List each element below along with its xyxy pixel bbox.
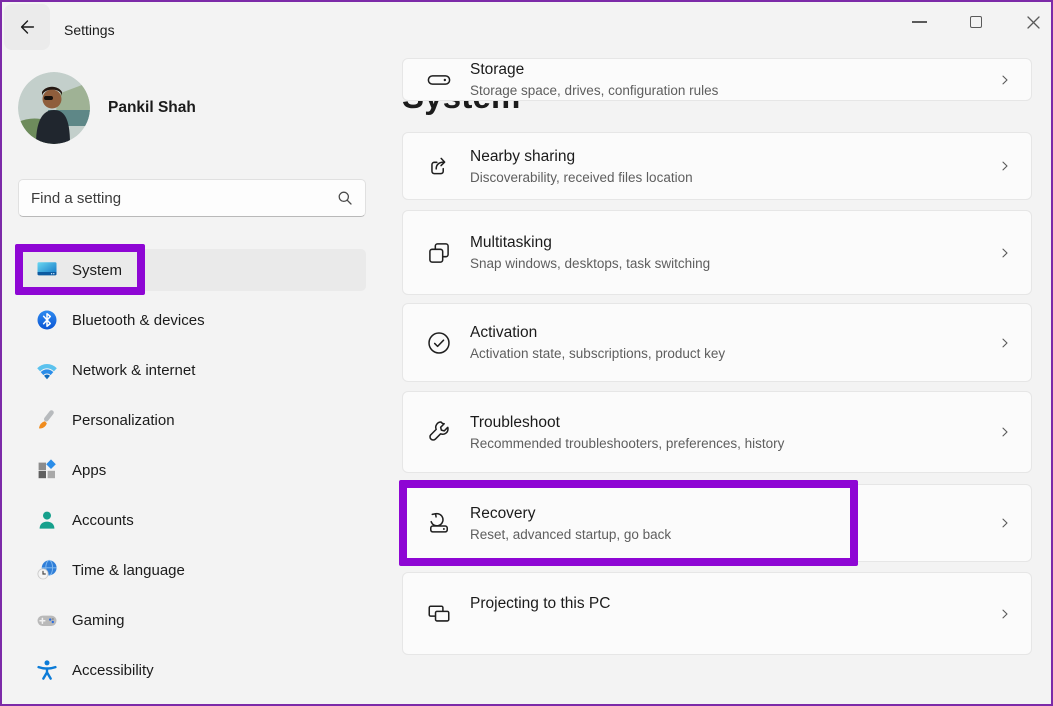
- card-title: Storage: [470, 59, 718, 81]
- sidebar-item-label: Accessibility: [72, 662, 154, 679]
- search-box: [18, 179, 366, 217]
- nearby-sharing-icon: [426, 153, 452, 179]
- back-button[interactable]: [4, 4, 50, 50]
- multitasking-icon: [426, 240, 452, 266]
- sidebar-item-personalization[interactable]: Personalization: [18, 395, 366, 445]
- sidebar-item-bluetooth-devices[interactable]: Bluetooth & devices: [18, 295, 366, 345]
- settings-card-multitasking[interactable]: Multitasking Snap windows, desktops, tas…: [402, 210, 1032, 295]
- sidebar-item-label: Accounts: [72, 512, 134, 529]
- card-title: Activation: [470, 322, 725, 344]
- wifi-icon: [36, 359, 58, 381]
- user-name: Pankil Shah: [108, 99, 196, 117]
- settings-card-nearby-sharing[interactable]: Nearby sharing Discoverability, received…: [402, 132, 1032, 200]
- sidebar-item-gaming[interactable]: Gaming: [18, 595, 366, 645]
- sidebar-item-accounts[interactable]: Accounts: [18, 495, 366, 545]
- card-title: Projecting to this PC: [470, 593, 610, 615]
- back-arrow-icon: [18, 18, 36, 36]
- sidebar-item-label: Personalization: [72, 412, 175, 429]
- chevron-right-icon: [997, 515, 1013, 531]
- sidebar-item-apps[interactable]: Apps: [18, 445, 366, 495]
- minimize-icon: [912, 21, 927, 22]
- maximize-icon: [970, 16, 982, 28]
- close-button[interactable]: [1011, 6, 1053, 38]
- card-subtitle: Discoverability, received files location: [470, 168, 693, 187]
- sidebar-item-label: Network & internet: [72, 362, 195, 379]
- settings-card-projecting[interactable]: Projecting to this PC: [402, 572, 1032, 655]
- activation-check-icon: [426, 330, 452, 356]
- card-subtitle: Storage space, drives, configuration rul…: [470, 81, 718, 100]
- apps-icon: [36, 459, 58, 481]
- avatar: [18, 72, 90, 144]
- sidebar-item-network-internet[interactable]: Network & internet: [18, 345, 366, 395]
- sidebar-item-label: Apps: [72, 462, 106, 479]
- sidebar-item-label: System: [72, 262, 122, 279]
- sidebar-item-accessibility[interactable]: Accessibility: [18, 645, 366, 695]
- sidebar-item-time-language[interactable]: Time & language: [18, 545, 366, 595]
- settings-card-troubleshoot[interactable]: Troubleshoot Recommended troubleshooters…: [402, 391, 1032, 473]
- card-subtitle: Recommended troubleshooters, preferences…: [470, 434, 784, 453]
- sidebar: Pankil Shah System: [2, 58, 382, 706]
- gamepad-icon: [36, 609, 58, 631]
- storage-icon: [426, 67, 452, 93]
- accessibility-person-icon: [36, 659, 58, 681]
- recovery-icon: [426, 510, 452, 536]
- chevron-right-icon: [997, 606, 1013, 622]
- person-icon: [36, 509, 58, 531]
- card-title: Troubleshoot: [470, 412, 784, 434]
- card-subtitle: [470, 615, 610, 634]
- system-icon: [36, 259, 58, 281]
- sidebar-item-label: Gaming: [72, 612, 125, 629]
- maximize-button[interactable]: [954, 6, 998, 38]
- card-subtitle: Snap windows, desktops, task switching: [470, 254, 710, 273]
- chevron-right-icon: [997, 158, 1013, 174]
- globe-clock-icon: [36, 559, 58, 581]
- sidebar-item-system[interactable]: System: [18, 245, 366, 295]
- card-subtitle: Activation state, subscriptions, product…: [470, 344, 725, 363]
- main-content: System Storage Storage space, drives, co…: [402, 58, 1032, 706]
- user-profile[interactable]: Pankil Shah: [18, 72, 196, 144]
- chevron-right-icon: [997, 245, 1013, 261]
- sidebar-nav: System Bluetooth & devices: [18, 245, 366, 695]
- close-icon: [1026, 15, 1041, 30]
- card-title: Recovery: [470, 503, 671, 525]
- window-title: Settings: [64, 2, 115, 58]
- titlebar: Settings: [2, 2, 1051, 58]
- settings-card-recovery[interactable]: Recovery Reset, advanced startup, go bac…: [402, 484, 1032, 562]
- card-title: Nearby sharing: [470, 146, 693, 168]
- bluetooth-icon: [36, 309, 58, 331]
- chevron-right-icon: [997, 424, 1013, 440]
- minimize-button[interactable]: [897, 6, 941, 38]
- settings-card-activation[interactable]: Activation Activation state, subscriptio…: [402, 303, 1032, 382]
- chevron-right-icon: [997, 335, 1013, 351]
- sidebar-item-label: Bluetooth & devices: [72, 312, 205, 329]
- card-title: Multitasking: [470, 232, 710, 254]
- wrench-icon: [426, 419, 452, 445]
- sidebar-item-label: Time & language: [72, 562, 185, 579]
- chevron-right-icon: [997, 72, 1013, 88]
- projecting-icon: [426, 601, 452, 627]
- search-input[interactable]: [19, 190, 337, 207]
- search-icon[interactable]: [337, 190, 365, 206]
- settings-window: Settings: [0, 0, 1053, 706]
- card-subtitle: Reset, advanced startup, go back: [470, 525, 671, 544]
- paintbrush-icon: [36, 409, 58, 431]
- settings-card-storage[interactable]: Storage Storage space, drives, configura…: [402, 58, 1032, 101]
